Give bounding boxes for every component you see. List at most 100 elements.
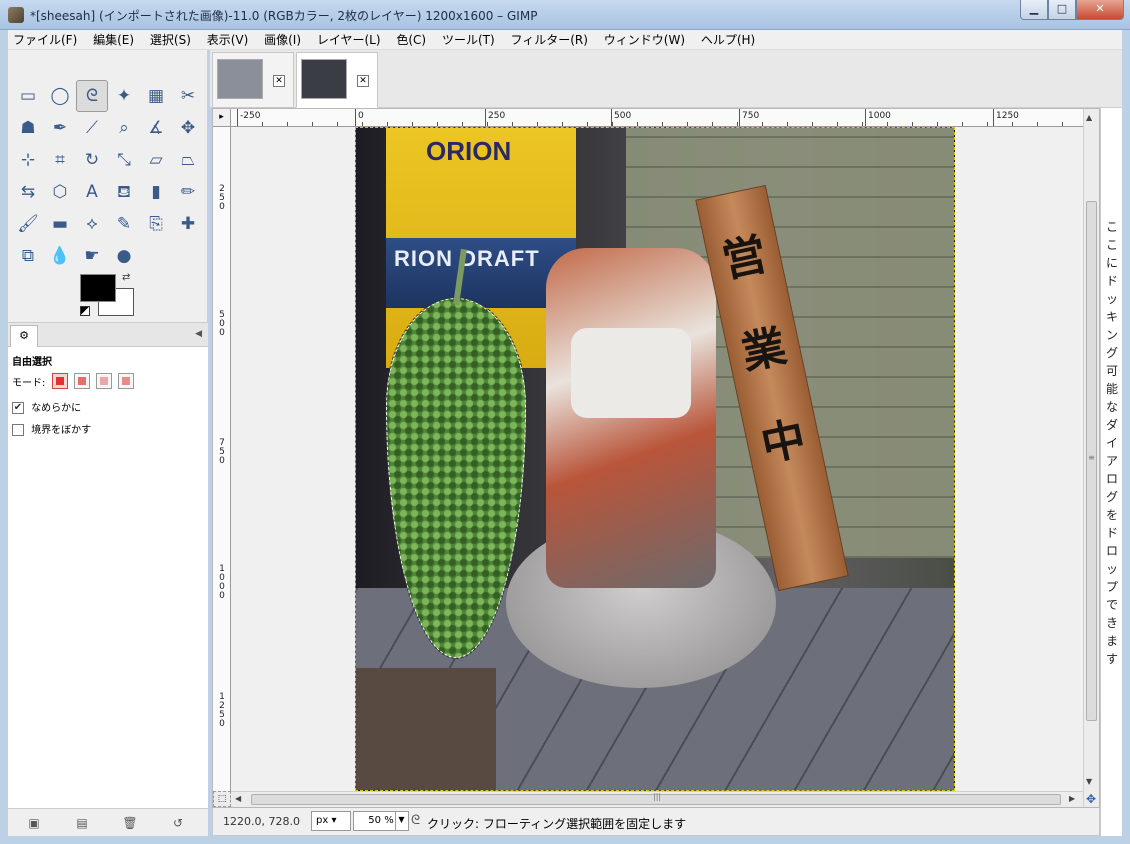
ruler-tick-label: 1000 <box>868 111 891 121</box>
foreground-color-swatch[interactable] <box>80 274 116 302</box>
menu-image[interactable]: 画像(I) <box>259 30 306 50</box>
fg-bg-colors[interactable]: ⇄ <box>80 272 140 318</box>
menu-colors[interactable]: 色(C) <box>391 30 431 50</box>
reset-colors-icon[interactable] <box>80 306 90 316</box>
gimp-icon <box>8 7 24 23</box>
menu-filters[interactable]: フィルター(R) <box>505 30 592 50</box>
mode-subtract-button[interactable] <box>95 373 112 389</box>
crop-icon[interactable]: ⌗ <box>44 144 76 176</box>
paths-icon[interactable]: ✒ <box>44 112 76 144</box>
mode-intersect-button[interactable] <box>118 373 135 389</box>
menu-layer[interactable]: レイヤー(L) <box>312 30 386 50</box>
navigate-icon[interactable]: ✥ <box>1083 791 1099 807</box>
tool-options-footer: ▣ ▤ 🗑 ↺ <box>8 808 208 836</box>
restore-options-icon[interactable]: ▤ <box>74 815 90 831</box>
delete-options-icon[interactable]: 🗑 <box>122 815 138 831</box>
flip-icon[interactable]: ⇆ <box>12 176 44 208</box>
smudge-icon[interactable]: ☛ <box>76 240 108 272</box>
image-canvas[interactable]: ORION RION DRAFT 営 業 中 <box>355 127 955 791</box>
ruler-tick-label: 1000 <box>219 564 225 601</box>
menu-edit[interactable]: 編集(E) <box>88 30 139 50</box>
tab-menu-icon[interactable]: ◀ <box>195 329 202 339</box>
scroll-down-icon[interactable]: ▼ <box>1086 777 1092 786</box>
ink-icon[interactable]: ✎ <box>108 208 140 240</box>
heal-icon[interactable]: ✚ <box>172 208 204 240</box>
scale-icon[interactable]: ⤡ <box>108 144 140 176</box>
rotate-icon[interactable]: ↻ <box>76 144 108 176</box>
mode-label: モード: <box>12 377 46 389</box>
maximize-button[interactable]: □ <box>1048 0 1076 20</box>
text-icon[interactable]: A <box>76 176 108 208</box>
free-select-icon[interactable]: ᘓ <box>76 80 108 112</box>
rect-select-icon[interactable]: ▭ <box>12 80 44 112</box>
scroll-right-icon[interactable]: ▶ <box>1069 794 1075 803</box>
shear-icon[interactable]: ▱ <box>140 144 172 176</box>
airbrush-icon[interactable]: ⟡ <box>76 208 108 240</box>
mode-add-button[interactable] <box>73 373 90 389</box>
scroll-left-icon[interactable]: ◀ <box>235 794 241 803</box>
scroll-up-icon[interactable]: ▲ <box>1086 113 1092 122</box>
minimize-button[interactable]: ▁ <box>1020 0 1048 20</box>
sign-char: 業 <box>737 320 791 380</box>
right-dock-area: ここにドッキング可能なダイアログをドロップできます <box>1100 108 1122 836</box>
mode-replace-button[interactable] <box>51 373 68 389</box>
bucket-fill-icon[interactable]: ⛾ <box>108 176 140 208</box>
dodge-burn-icon[interactable]: ● <box>108 240 140 272</box>
unit-select[interactable]: px ▾ <box>311 811 351 831</box>
zoom-icon[interactable]: ⌕ <box>108 112 140 144</box>
color-picker-icon[interactable]: ⟋ <box>76 112 108 144</box>
antialias-checkbox[interactable]: ✔ <box>12 402 24 414</box>
tab-image-2[interactable]: ✕ <box>296 52 378 108</box>
status-message: クリック: フローティング選択範囲を固定します <box>427 817 687 831</box>
move-icon[interactable]: ✥ <box>172 112 204 144</box>
fuzzy-select-icon[interactable]: ✦ <box>108 80 140 112</box>
blend-icon[interactable]: ▮ <box>140 176 172 208</box>
scissors-select-icon[interactable]: ✂ <box>172 80 204 112</box>
vertical-scrollbar[interactable]: ▲ ≡ ▼ <box>1083 109 1099 807</box>
perspective-clone-icon[interactable]: ⧉ <box>12 240 44 272</box>
feather-checkbox[interactable] <box>12 424 24 436</box>
clone-icon[interactable]: ⎘ <box>140 208 172 240</box>
tool-options-tab-icon[interactable]: ⚙ <box>10 325 38 347</box>
sign-char: 営 <box>717 228 772 288</box>
menu-view[interactable]: 表示(V) <box>202 30 254 50</box>
poster-top-text: ORION <box>426 136 512 166</box>
free-select-status-icon: ᘓ <box>411 813 421 828</box>
menu-arrow-icon[interactable]: ▸ <box>213 109 231 127</box>
menu-file[interactable]: ファイル(F) <box>8 30 82 50</box>
paintbrush-icon[interactable]: 🖌 <box>12 208 44 240</box>
eraser-icon[interactable]: ▬ <box>44 208 76 240</box>
close-tab-icon[interactable]: ✕ <box>357 75 369 87</box>
feather-option[interactable]: 境界をぼかす <box>12 421 91 436</box>
mode-row: モード: <box>12 373 135 389</box>
blur-icon[interactable]: 💧 <box>44 240 76 272</box>
foreground-select-icon[interactable]: ☗ <box>12 112 44 144</box>
pencil-icon[interactable]: ✏ <box>172 176 204 208</box>
close-button[interactable]: ✕ <box>1076 0 1124 20</box>
horizontal-ruler[interactable]: -250 0 250 500 750 1000 1250 <box>231 109 1083 127</box>
swap-colors-icon[interactable]: ⇄ <box>122 272 130 283</box>
perspective-icon[interactable]: ⏢ <box>172 144 204 176</box>
antialias-label: なめらかに <box>31 403 82 414</box>
ellipse-select-icon[interactable]: ◯ <box>44 80 76 112</box>
tab-image-1[interactable]: ✕ <box>212 52 294 108</box>
menu-select[interactable]: 選択(S) <box>145 30 196 50</box>
reset-options-icon[interactable]: ↺ <box>170 815 186 831</box>
measure-icon[interactable]: ∡ <box>140 112 172 144</box>
vertical-ruler[interactable]: 250 500 750 1000 1250 <box>213 127 231 791</box>
select-by-color-icon[interactable]: ▦ <box>140 80 172 112</box>
menu-windows[interactable]: ウィンドウ(W) <box>599 30 690 50</box>
zoom-dropdown-icon[interactable]: ▼ <box>395 811 407 831</box>
quick-mask-icon[interactable]: ⬚ <box>213 791 231 807</box>
cage-transform-icon[interactable]: ⬡ <box>44 176 76 208</box>
save-options-icon[interactable]: ▣ <box>26 815 42 831</box>
canvas-viewport[interactable]: ORION RION DRAFT 営 業 中 <box>231 127 1083 791</box>
menu-tools[interactable]: ツール(T) <box>437 30 500 50</box>
image-thumbnail <box>301 59 347 99</box>
title-bar: *[sheesah] (インポートされた画像)-11.0 (RGBカラー, 2枚… <box>0 0 1130 30</box>
align-icon[interactable]: ⊹ <box>12 144 44 176</box>
close-tab-icon[interactable]: ✕ <box>273 75 285 87</box>
antialias-option[interactable]: ✔ なめらかに <box>12 399 81 414</box>
horizontal-scrollbar[interactable]: ◀ ||| ▶ <box>231 791 1083 807</box>
menu-help[interactable]: ヘルプ(H) <box>696 30 760 50</box>
